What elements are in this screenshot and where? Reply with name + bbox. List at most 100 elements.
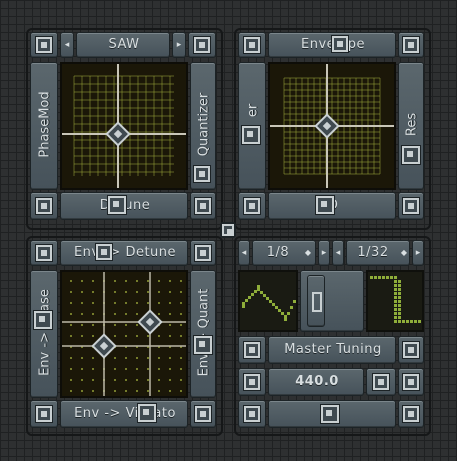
phasemod-slider[interactable]: PhaseMod <box>30 62 58 190</box>
corner-cell[interactable] <box>238 400 266 428</box>
square-handle-icon[interactable] <box>373 374 389 390</box>
morph-slider[interactable] <box>300 270 364 332</box>
wave-dot <box>394 300 397 303</box>
corner-cell[interactable] <box>398 192 424 220</box>
grid-dot <box>92 302 94 304</box>
grid-lines <box>62 272 186 396</box>
wave-dot <box>398 316 401 319</box>
env-detune-handle-icon[interactable] <box>96 244 112 260</box>
corner-cell[interactable] <box>238 32 266 58</box>
wave-dot <box>269 300 272 303</box>
tuning-handle-icon[interactable] <box>321 405 339 423</box>
square-handle-icon[interactable] <box>403 406 419 422</box>
wave-dot <box>382 276 385 279</box>
quantizer-handle-icon[interactable] <box>194 166 210 182</box>
waveform-next-button[interactable]: ▸ <box>172 32 186 58</box>
rate-a-prev[interactable]: ◂ <box>238 240 250 266</box>
tuning-value-field[interactable]: 440.0 <box>268 368 364 396</box>
env-quant-handle-icon[interactable] <box>194 336 212 354</box>
corner-cell[interactable] <box>398 368 424 396</box>
wave-dot <box>257 288 260 291</box>
rate-a-next[interactable]: ▸ <box>318 240 330 266</box>
corner-cell[interactable] <box>190 400 216 428</box>
diamond-handle-icon <box>314 113 340 139</box>
square-handle-icon[interactable] <box>36 37 52 53</box>
waveform-selector[interactable]: SAW <box>76 32 170 58</box>
wave-dot <box>254 290 257 293</box>
center-link-button[interactable] <box>220 222 236 238</box>
grid-dot <box>136 357 138 359</box>
corner-cell[interactable] <box>398 400 424 428</box>
grid-dot <box>125 324 127 326</box>
env-phase-slider[interactable]: Env -> Phase <box>30 270 58 398</box>
corner-cell[interactable] <box>190 240 216 266</box>
synth-editor: ◂ SAW ▸ PhaseMod Quantizer Detune Envelo… <box>0 0 457 461</box>
corner-cell[interactable] <box>398 32 424 58</box>
env-vibrato-handle-icon[interactable] <box>138 404 156 422</box>
wave-dot <box>398 308 401 311</box>
lfo-handle-icon[interactable] <box>316 196 334 214</box>
waveform-prev-button[interactable]: ◂ <box>60 32 74 58</box>
detune-handle-icon[interactable] <box>108 196 126 214</box>
xy-pad-top-right[interactable] <box>268 62 396 190</box>
corner-cell[interactable] <box>188 32 216 58</box>
square-handle-icon[interactable] <box>36 245 52 261</box>
square-handle-icon[interactable] <box>194 37 210 53</box>
arrow-left-icon: ◂ <box>64 40 70 50</box>
corner-cell[interactable] <box>30 240 58 266</box>
square-handle-icon[interactable] <box>36 198 52 214</box>
grid-dot <box>180 379 182 381</box>
square-handle-icon[interactable] <box>244 406 260 422</box>
wave-dot <box>245 299 248 302</box>
square-handle-icon[interactable] <box>195 245 211 261</box>
square-handle-icon[interactable] <box>403 198 419 214</box>
envelope-handle-icon[interactable] <box>332 36 348 52</box>
corner-cell[interactable] <box>238 368 266 396</box>
corner-cell[interactable] <box>238 192 266 220</box>
square-handle-icon[interactable] <box>36 406 52 422</box>
corner-cell[interactable] <box>30 192 58 220</box>
corner-cell[interactable] <box>30 400 58 428</box>
corner-cell[interactable] <box>30 32 58 58</box>
env-vibrato-slider[interactable]: Env -> Vibrato <box>60 400 188 428</box>
wave-dot <box>398 300 401 303</box>
square-handle-icon[interactable] <box>244 374 260 390</box>
wave-dot <box>370 276 373 279</box>
grid-dot <box>136 280 138 282</box>
rate-b-prev[interactable]: ◂ <box>332 240 344 266</box>
wave-dot <box>281 312 284 315</box>
morph-knob[interactable] <box>307 275 325 327</box>
square-handle-icon[interactable] <box>403 37 419 53</box>
square-handle-icon[interactable] <box>403 342 419 358</box>
env-detune-slider[interactable]: Env -> Detune <box>60 240 188 266</box>
resonance-handle-icon[interactable] <box>402 146 420 164</box>
tuning-slider[interactable] <box>268 400 396 428</box>
rate-b-next[interactable]: ▸ <box>412 240 424 266</box>
square-handle-icon[interactable] <box>244 37 260 53</box>
grid-dot <box>114 313 116 315</box>
square-handle-icon[interactable] <box>222 224 234 236</box>
grid-dot <box>158 368 160 370</box>
xy-pad-top-left[interactable] <box>60 62 188 190</box>
env-quant-slider[interactable]: Env -> Quant <box>190 270 216 398</box>
corner-cell[interactable] <box>238 336 266 364</box>
xy-pad-bottom-left[interactable] <box>60 270 188 398</box>
env-phase-handle-icon[interactable] <box>34 311 52 329</box>
tuning-fine-button[interactable] <box>366 368 396 396</box>
rate-a-selector[interactable]: 1/8 ◆ <box>252 240 316 266</box>
grid-dot <box>136 379 138 381</box>
grid-dot <box>147 291 149 293</box>
grid-dot <box>70 390 72 392</box>
square-handle-icon[interactable] <box>195 198 211 214</box>
rate-b-selector[interactable]: 1/32 ◆ <box>346 240 410 266</box>
corner-cell[interactable] <box>190 192 216 220</box>
grid-dot <box>147 335 149 337</box>
grid-dot <box>136 302 138 304</box>
square-handle-icon[interactable] <box>244 198 260 214</box>
filter-handle-icon[interactable] <box>242 126 260 144</box>
square-handle-icon[interactable] <box>195 406 211 422</box>
resonance-slider[interactable]: Res <box>398 62 424 190</box>
corner-cell[interactable] <box>398 336 424 364</box>
square-handle-icon[interactable] <box>403 374 419 390</box>
square-handle-icon[interactable] <box>244 342 260 358</box>
